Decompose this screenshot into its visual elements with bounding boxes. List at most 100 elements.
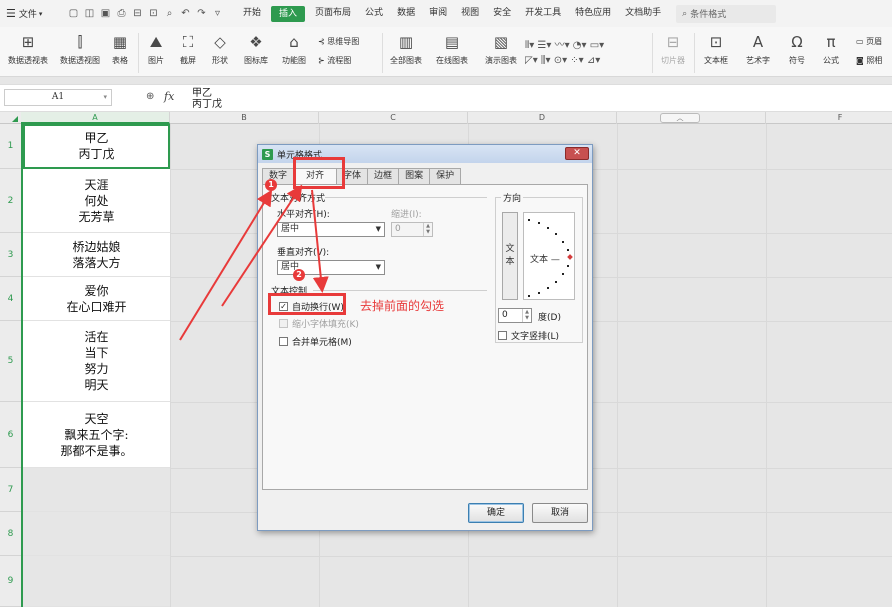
- dial-dot: [555, 233, 557, 235]
- cell-a6[interactable]: 天空 飘来五个字: 那都不是事。: [23, 402, 170, 468]
- undo-icon[interactable]: ↶: [180, 8, 191, 19]
- tab-formulas[interactable]: 公式: [358, 0, 390, 27]
- tab-special[interactable]: 特色应用: [568, 0, 618, 27]
- row-header-9[interactable]: 9: [0, 556, 21, 607]
- demo-charts-button[interactable]: ▧ 演示图表: [482, 32, 520, 66]
- column-header-f[interactable]: F: [766, 112, 892, 124]
- column-header-c[interactable]: C: [319, 112, 468, 124]
- vertical-text-option[interactable]: 文 本: [502, 212, 518, 300]
- format-painter-icon[interactable]: ⌕: [164, 8, 175, 19]
- formula-button[interactable]: π 公式: [818, 32, 844, 66]
- tab-developer[interactable]: 开发工具: [518, 0, 568, 27]
- row-header-8[interactable]: 8: [0, 512, 21, 556]
- pivot-chart-button[interactable]: ⫿ 数据透视图: [58, 32, 102, 66]
- pivot-table-button[interactable]: ⊞ 数据透视表: [6, 32, 50, 66]
- cell-text-line: 桥边姑娘: [72, 239, 121, 254]
- export-pdf-icon[interactable]: ⎙: [116, 8, 127, 19]
- row-header-6[interactable]: 6: [0, 402, 21, 468]
- degree-spinner[interactable]: 0 ▲ ▼: [498, 308, 532, 323]
- print-preview-icon[interactable]: ⊡: [148, 8, 159, 19]
- shape-button[interactable]: ◇ 形状: [208, 32, 232, 66]
- orientation-dial[interactable]: 文本 —: [523, 212, 575, 300]
- mindmap-button[interactable]: ⊰ 思维导图: [318, 36, 359, 47]
- file-menu-label: 文件: [18, 10, 37, 20]
- search-icon: ⌕: [682, 8, 688, 19]
- orientation-group: 文 本 文本 — 0 ▲ ▼ 度(D) 文字竖排(L): [495, 197, 583, 343]
- cell-a3[interactable]: 桥边姑娘 落落大方: [23, 233, 170, 277]
- name-box[interactable]: A1 ▾: [4, 89, 112, 106]
- pie-chart-icon: ◔▾: [572, 40, 590, 51]
- picture-icon: ⛰: [149, 33, 163, 51]
- row-header-1[interactable]: 1: [0, 124, 21, 169]
- tab-data[interactable]: 数据: [390, 0, 422, 27]
- shrink-to-fit-checkbox[interactable]: 缩小字体填充(K): [279, 317, 359, 330]
- row-header-2[interactable]: 2: [0, 169, 21, 233]
- function-chart-button[interactable]: ⌂ 功能图: [278, 32, 310, 66]
- column-header-d[interactable]: D: [468, 112, 617, 124]
- tab-pattern[interactable]: 图案: [398, 168, 431, 184]
- online-charts-button[interactable]: ▤ 在线图表: [432, 32, 472, 66]
- chart-types-row-2[interactable]: ◸▾ ⫼▾ ⊙▾ ⁘▾ ⊿▾: [525, 55, 600, 66]
- select-all-corner[interactable]: [0, 112, 21, 124]
- column-header-a[interactable]: A: [21, 112, 170, 124]
- cell-a5[interactable]: 活在 当下 努力 明天: [23, 321, 170, 402]
- row-header-7[interactable]: 7: [0, 468, 21, 512]
- zoom-icon[interactable]: ⊕: [146, 91, 154, 102]
- column-header-b[interactable]: B: [170, 112, 319, 124]
- tab-doc-assistant[interactable]: 文档助手: [618, 0, 668, 27]
- ribbon-separator: [382, 33, 383, 73]
- flowchart-button[interactable]: ⊱ 流程图: [318, 55, 351, 66]
- tab-home[interactable]: 开始: [236, 0, 268, 27]
- cell-a2[interactable]: 天涯 何处 无芳草: [23, 169, 170, 233]
- chart-types-row-1[interactable]: ⫴▾ ☰▾ 〰▾ ◔▾ ▭▾: [525, 36, 604, 51]
- vertical-text-checkbox[interactable]: 文字竖排(L): [498, 329, 559, 342]
- file-menu[interactable]: ☰ 文件 ▾: [0, 7, 64, 20]
- cell-a4[interactable]: 爱你 在心口难开: [23, 277, 170, 321]
- redo-icon[interactable]: ↷: [196, 8, 207, 19]
- chevron-up-icon[interactable]: ︿: [660, 113, 700, 123]
- table-button[interactable]: ▦ 表格: [108, 32, 132, 66]
- symbol-button[interactable]: Ω 符号: [784, 32, 810, 66]
- cell-a9[interactable]: [23, 556, 170, 607]
- picture-button[interactable]: ⛰ 图片: [144, 32, 168, 66]
- tab-page-layout[interactable]: 页面布局: [308, 0, 358, 27]
- screenshot-button[interactable]: ⛶ 截屏: [176, 32, 200, 66]
- row-header-3[interactable]: 3: [0, 233, 21, 277]
- customize-icon[interactable]: ▿: [212, 8, 223, 19]
- checkbox-box: [279, 337, 288, 346]
- wordart-button[interactable]: A 艺术字: [742, 32, 774, 66]
- tab-view[interactable]: 视图: [454, 0, 486, 27]
- slicer-button[interactable]: ⊟ 切片器: [658, 32, 688, 66]
- camera-button[interactable]: ◙ 照相: [856, 55, 882, 66]
- close-button[interactable]: ✕: [565, 147, 589, 160]
- horizontal-align-select[interactable]: 居中 ▼: [277, 222, 385, 237]
- save-icon[interactable]: ▣: [100, 8, 111, 19]
- print-icon[interactable]: ⊟: [132, 8, 143, 19]
- open-icon[interactable]: ◫: [84, 8, 95, 19]
- command-search[interactable]: ⌕ 条件格式: [676, 4, 777, 23]
- cell-a8[interactable]: [23, 512, 170, 556]
- tab-review[interactable]: 审阅: [422, 0, 454, 27]
- all-charts-button[interactable]: ▥ 全部图表: [388, 32, 424, 66]
- merge-cells-checkbox[interactable]: 合并单元格(M): [279, 335, 352, 348]
- tab-security[interactable]: 安全: [486, 0, 518, 27]
- icon-library-button[interactable]: ❖ 图标库: [242, 32, 270, 66]
- cancel-button[interactable]: 取消: [532, 503, 588, 523]
- tab-insert[interactable]: 插入: [271, 5, 306, 22]
- cell-a7[interactable]: [23, 468, 170, 512]
- cell-a1[interactable]: 甲乙 丙丁戊: [23, 124, 170, 169]
- indent-spinner[interactable]: 0 ▲ ▼: [391, 222, 433, 237]
- quick-access-toolbar: ▢ ◫ ▣ ⎙ ⊟ ⊡ ⌕ ↶ ↷ ▿: [64, 8, 236, 19]
- insert-function-icon[interactable]: fx: [164, 90, 174, 103]
- textbox-button[interactable]: ⊡ 文本框: [700, 32, 732, 66]
- online-chart-icon: ▤: [444, 33, 460, 51]
- new-icon[interactable]: ▢: [68, 8, 79, 19]
- ok-button[interactable]: 确定: [468, 503, 524, 523]
- section-title-orientation: 方向: [501, 191, 524, 204]
- formula-input[interactable]: 甲乙 丙丁戊: [192, 88, 222, 110]
- tab-border[interactable]: 边框: [367, 168, 400, 184]
- tab-protection[interactable]: 保护: [429, 168, 462, 184]
- row-header-5[interactable]: 5: [0, 321, 21, 402]
- header-footer-button[interactable]: ▭ 页眉: [856, 36, 882, 47]
- row-header-4[interactable]: 4: [0, 277, 21, 321]
